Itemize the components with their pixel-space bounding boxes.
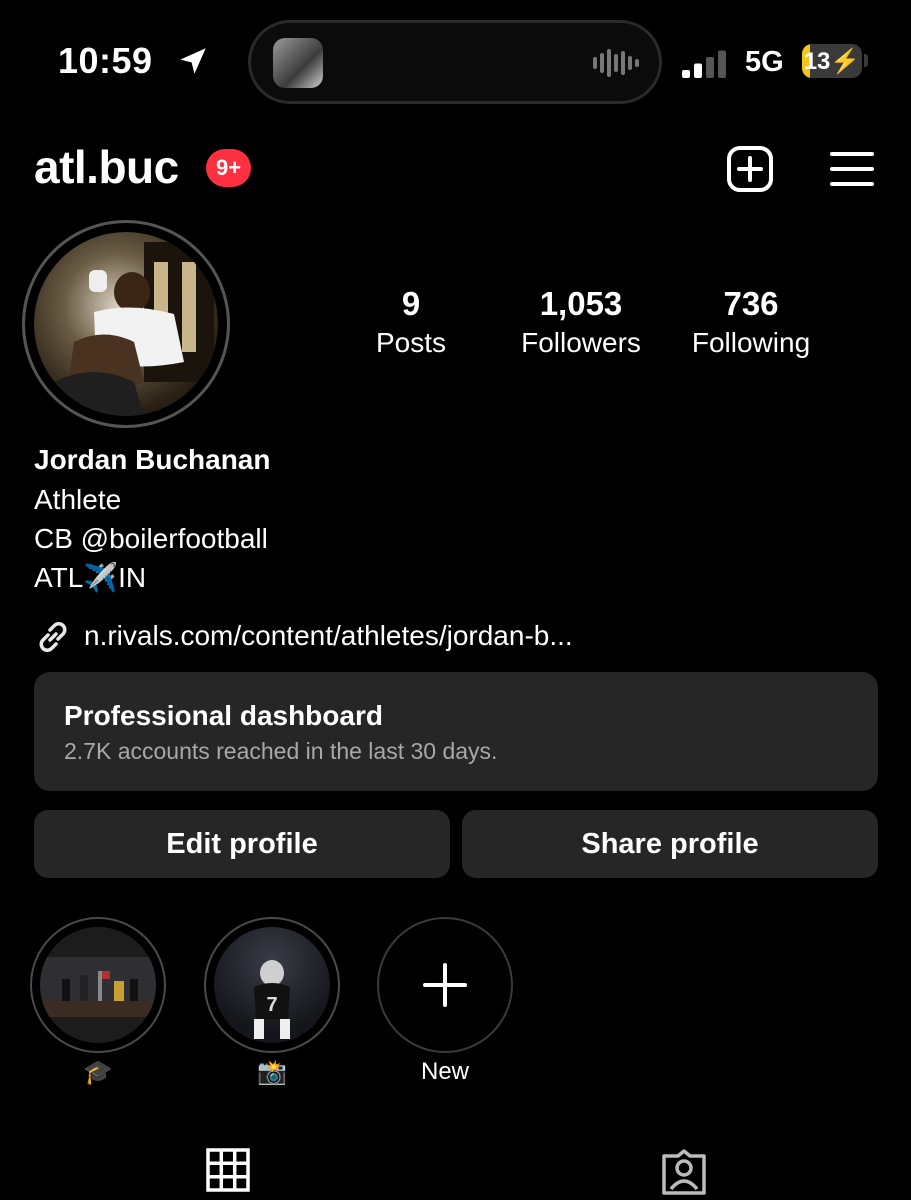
profile-link[interactable]: n.rivals.com/content/athletes/jordan-b..… <box>84 620 573 652</box>
avatar-photo <box>54 242 214 416</box>
signal-bar <box>718 50 726 78</box>
bio-line: ATL✈️IN <box>34 562 147 593</box>
dynamic-island[interactable] <box>248 20 662 104</box>
dashboard-subtitle: 2.7K accounts reached in the last 30 day… <box>64 738 498 764</box>
profile-username[interactable]: atl.buc <box>34 140 179 194</box>
full-name: Jordan Buchanan <box>34 444 271 475</box>
highlight-label: 🎓 <box>83 1059 113 1086</box>
new-highlight-button[interactable] <box>377 917 513 1053</box>
link-icon <box>39 622 67 652</box>
signal-bar <box>694 63 702 78</box>
avatar[interactable] <box>34 232 218 416</box>
highlight-label: 📸 <box>257 1059 287 1086</box>
following-label: Following <box>691 327 811 358</box>
edit-profile-button[interactable]: Edit profile <box>34 810 450 878</box>
dashboard-title: Professional dashboard <box>64 700 383 731</box>
hamburger-menu-icon[interactable] <box>830 150 874 188</box>
professional-dashboard[interactable]: Professional dashboard 2.7K accounts rea… <box>34 672 878 791</box>
plus-icon <box>423 963 467 1007</box>
battery-percent: 13⚡ <box>803 48 861 75</box>
location-arrow-icon <box>180 48 206 74</box>
highlight-graduation[interactable] <box>30 917 166 1053</box>
highlight-cover-photo <box>40 957 156 1017</box>
followers-label: Followers <box>521 327 641 358</box>
signal-bar <box>706 57 714 78</box>
stat-posts[interactable]: 9 Posts <box>352 285 470 359</box>
posts-count: 9 <box>401 285 421 322</box>
category-label: Athlete <box>34 484 122 515</box>
cellular-signal-icon <box>682 50 726 78</box>
network-type: 5G <box>745 46 784 78</box>
following-count: 736 <box>723 285 779 322</box>
new-highlight-label: New <box>420 1058 469 1085</box>
battery-icon: 13⚡ <box>802 44 862 78</box>
now-playing-thumbnail <box>273 38 323 88</box>
highlight-cover <box>40 927 156 1043</box>
bio-line: CB @boilerfootball <box>34 523 268 554</box>
plus-square-icon[interactable] <box>726 145 774 193</box>
audio-waveform-icon <box>593 49 639 77</box>
notification-badge[interactable]: 9+ <box>206 149 252 187</box>
status-time: 10:59 <box>58 40 153 81</box>
highlight-cover: 7 <box>214 927 330 1043</box>
followers-count: 1,053 <box>539 285 623 322</box>
posts-label: Posts <box>375 327 447 358</box>
battery-tip <box>864 54 868 67</box>
grid-icon[interactable] <box>206 1148 250 1192</box>
share-profile-button[interactable]: Share profile <box>462 810 878 878</box>
signal-bar <box>682 70 690 78</box>
highlight-camera[interactable]: 7 <box>204 917 340 1053</box>
svg-text:7: 7 <box>266 994 277 1016</box>
stat-followers[interactable]: 1,053 Followers <box>506 285 656 359</box>
highlight-cover-photo: 7 <box>254 960 290 1039</box>
tagged-icon[interactable] <box>660 1148 708 1196</box>
stat-following[interactable]: 736 Following <box>676 285 826 359</box>
